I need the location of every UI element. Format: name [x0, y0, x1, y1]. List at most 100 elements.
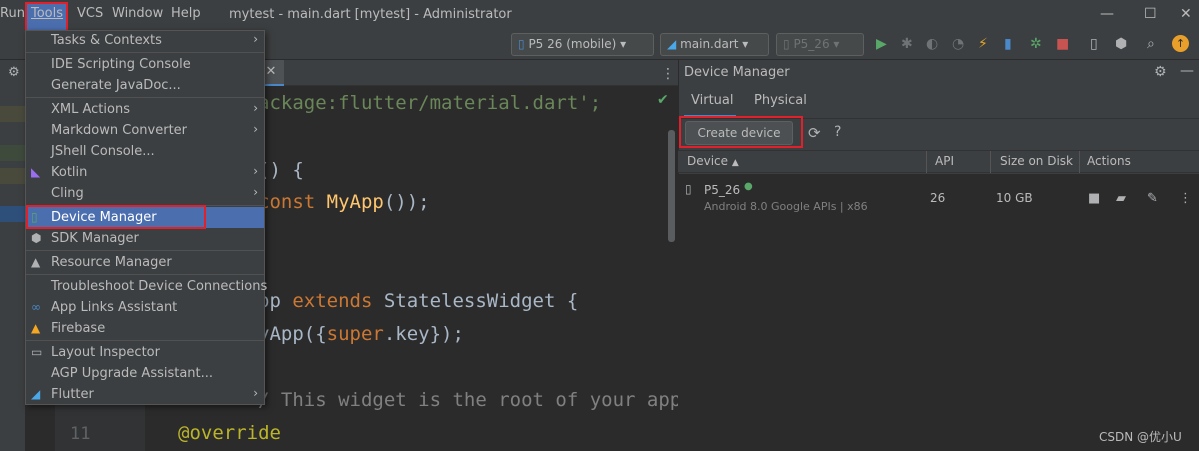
- menu-separator: [26, 250, 264, 251]
- device-size: 10 GB: [996, 191, 1033, 205]
- stop-icon[interactable]: ■: [1088, 191, 1100, 206]
- menu-item-label: Kotlin: [51, 165, 88, 180]
- tab-physical[interactable]: Physical: [754, 93, 807, 108]
- device-manager-title: Device Manager: [684, 65, 790, 80]
- device-manager-icon[interactable]: ▯: [1090, 37, 1098, 51]
- column-api[interactable]: API: [935, 154, 954, 168]
- device-selector[interactable]: ▯ P5 26 (mobile) ▾: [511, 33, 654, 56]
- phone-icon: ▯: [518, 37, 525, 51]
- maximize-button[interactable]: ☐: [1144, 6, 1157, 22]
- folder-icon[interactable]: ▰: [1116, 191, 1126, 206]
- menu-item-label: App Links Assistant: [51, 300, 178, 315]
- minimize-icon[interactable]: —: [1180, 63, 1194, 79]
- menu-item-label: Layout Inspector: [51, 345, 160, 360]
- run-icon[interactable]: ▶: [876, 37, 887, 51]
- menu-item-troubleshoot-device-connections[interactable]: Troubleshoot Device Connections: [26, 276, 268, 297]
- layout-inspector-icon: ▭: [31, 345, 43, 359]
- link-icon: ∞: [31, 300, 41, 314]
- menu-item-sdk-manager[interactable]: ⬢ SDK Manager: [26, 228, 264, 249]
- device-name: P5_26: [704, 183, 741, 197]
- phone-icon: ▯: [783, 37, 790, 51]
- gear-icon[interactable]: ⚙: [1154, 64, 1167, 80]
- device-selector-label: P5 26 (mobile): [528, 37, 617, 51]
- menu-item-label: SDK Manager: [51, 231, 139, 246]
- hot-reload-icon[interactable]: ⚡: [978, 37, 988, 51]
- chevron-down-icon: ▾: [620, 37, 627, 51]
- menu-separator: [26, 97, 264, 98]
- menu-item-label: Troubleshoot Device Connections: [51, 279, 268, 294]
- menu-item-app-links-assistant[interactable]: ∞ App Links Assistant: [26, 297, 264, 318]
- sdk-manager-icon[interactable]: ⬢: [1115, 37, 1127, 51]
- debug-icon[interactable]: ✱: [901, 37, 913, 51]
- gear-icon[interactable]: ⚙: [8, 65, 20, 80]
- menu-window[interactable]: Window: [112, 6, 163, 21]
- minimize-button[interactable]: —: [1100, 6, 1114, 22]
- menu-bar: Run Tools VCS Window Help mytest - main.…: [0, 0, 1199, 34]
- more-options-icon[interactable]: ⋮: [661, 66, 675, 82]
- menu-item-label: AGP Upgrade Assistant...: [51, 366, 214, 381]
- column-separator: [926, 151, 927, 173]
- chevron-right-icon: ›: [253, 185, 258, 199]
- column-separator: [990, 151, 991, 173]
- menu-item-layout-inspector[interactable]: ▭ Layout Inspector: [26, 342, 264, 363]
- menu-item-resource-manager[interactable]: ▲ Resource Manager: [26, 252, 264, 273]
- menu-item-label: Resource Manager: [51, 255, 172, 270]
- code-line: const MyApp());: [258, 191, 430, 213]
- menu-item-label: Cling: [51, 186, 84, 201]
- menu-vcs[interactable]: VCS: [77, 6, 103, 21]
- menu-item-generate-javadoc[interactable]: Generate JavaDoc...: [26, 75, 264, 96]
- editor-scrollbar[interactable]: [668, 130, 675, 242]
- coverage-icon[interactable]: ◐: [926, 37, 938, 51]
- tab-virtual[interactable]: Virtual: [691, 93, 733, 108]
- menu-item-label: JShell Console...: [51, 144, 155, 159]
- menu-separator: [26, 340, 264, 341]
- column-size[interactable]: Size on Disk: [1000, 154, 1073, 168]
- chevron-right-icon: ›: [253, 122, 258, 136]
- profile-icon[interactable]: ◔: [952, 37, 964, 51]
- online-status-icon: ●: [744, 181, 753, 192]
- device-api: 26: [930, 191, 946, 205]
- refresh-icon[interactable]: ⟳: [808, 124, 821, 142]
- search-icon[interactable]: ⌕: [1147, 37, 1155, 51]
- menu-item-jshell-console[interactable]: JShell Console...: [26, 141, 264, 162]
- menu-help[interactable]: Help: [171, 6, 201, 21]
- code-line: ackage:flutter/material.dart';: [258, 92, 602, 114]
- menu-tools[interactable]: Tools: [31, 6, 63, 21]
- create-device-button[interactable]: Create device: [685, 121, 793, 145]
- edit-icon[interactable]: ✎: [1147, 191, 1158, 206]
- sort-ascending-icon: ▲: [731, 158, 739, 168]
- code-line: yApp({super.key});: [258, 323, 464, 345]
- menu-item-ide-scripting-console[interactable]: IDE Scripting Console: [26, 54, 264, 75]
- flutter-icon: ◢: [667, 37, 677, 51]
- menu-item-xml-actions[interactable]: XML Actions ›: [26, 99, 264, 120]
- stop-icon[interactable]: ■: [1056, 37, 1069, 51]
- attach-debugger-icon[interactable]: ✲: [1030, 37, 1042, 51]
- phone-icon: ▯: [685, 182, 692, 196]
- column-separator: [1079, 151, 1080, 173]
- menu-item-label: Markdown Converter: [51, 123, 188, 138]
- menu-item-flutter[interactable]: ◢ Flutter ›: [26, 384, 264, 405]
- menu-run[interactable]: Run: [0, 6, 25, 21]
- menu-item-firebase[interactable]: ▲ Firebase: [26, 318, 264, 339]
- menu-item-label: XML Actions: [51, 102, 130, 117]
- column-device[interactable]: Device ▲: [687, 154, 739, 168]
- menu-item-label: Tasks & Contexts: [51, 33, 162, 48]
- run-config-selector[interactable]: ◢ main.dart ▾: [660, 33, 769, 56]
- target-selector[interactable]: ▯ P5_26 ▾: [776, 33, 864, 56]
- update-icon[interactable]: ↑: [1172, 35, 1189, 52]
- code-line: pp extends StatelessWidget {: [258, 290, 579, 312]
- menu-item-label: IDE Scripting Console: [51, 57, 191, 72]
- menu-item-cling[interactable]: Cling ›: [26, 183, 264, 204]
- more-options-icon[interactable]: ⋮: [1179, 191, 1192, 206]
- menu-item-kotlin[interactable]: ◣ Kotlin ›: [26, 162, 264, 183]
- help-icon[interactable]: ?: [834, 124, 841, 140]
- apply-changes-icon[interactable]: ▮: [1004, 37, 1012, 51]
- column-actions: Actions: [1087, 154, 1131, 168]
- menu-item-agp-upgrade-assistant[interactable]: AGP Upgrade Assistant...: [26, 363, 264, 384]
- flutter-icon: ◢: [31, 387, 41, 401]
- target-selector-label: P5_26: [793, 37, 830, 51]
- chevron-right-icon: ›: [253, 32, 258, 46]
- close-button[interactable]: ✕: [1180, 6, 1192, 22]
- menu-item-tasks-contexts[interactable]: Tasks & Contexts ›: [26, 30, 264, 51]
- menu-item-markdown-converter[interactable]: Markdown Converter ›: [26, 120, 264, 141]
